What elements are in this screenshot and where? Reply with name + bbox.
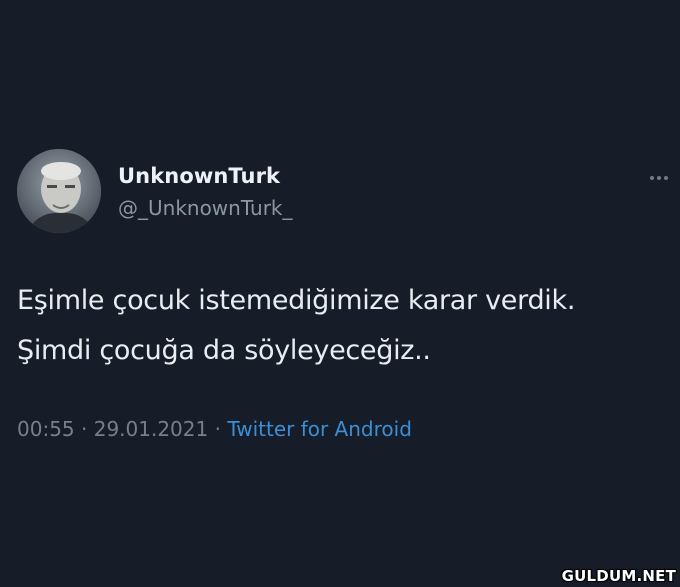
user-handle[interactable]: @_UnknownTurk_: [118, 196, 293, 220]
avatar-photo-icon: [17, 149, 101, 233]
watermark: GULDUM.NET: [561, 567, 676, 585]
meta-separator: ·: [214, 417, 221, 441]
tweet-time[interactable]: 00:55: [17, 417, 75, 441]
meta-separator: ·: [81, 417, 88, 441]
tweet-source-link[interactable]: Twitter for Android: [227, 417, 412, 441]
avatar[interactable]: [17, 149, 101, 233]
tweet-text-line: Eşimle çocuk istemediğimize karar verdik…: [17, 285, 576, 316]
tweet-card: UnknownTurk @_UnknownTurk_ Eşimle çocuk …: [0, 0, 680, 587]
more-horizontal-icon: [650, 176, 654, 180]
tweet-text: Eşimle çocuk istemediğimize karar verdik…: [17, 276, 677, 376]
more-horizontal-icon-dot: [657, 176, 661, 180]
more-options-button[interactable]: [644, 166, 674, 190]
tweet-date[interactable]: 29.01.2021: [94, 417, 209, 441]
tweet-text-line: Şimdi çocuğa da söyleyeceğiz..: [17, 335, 431, 366]
display-name[interactable]: UnknownTurk: [118, 164, 280, 188]
more-horizontal-icon-dot: [664, 176, 668, 180]
tweet-meta: 00:55 · 29.01.2021 · Twitter for Android: [17, 417, 412, 441]
